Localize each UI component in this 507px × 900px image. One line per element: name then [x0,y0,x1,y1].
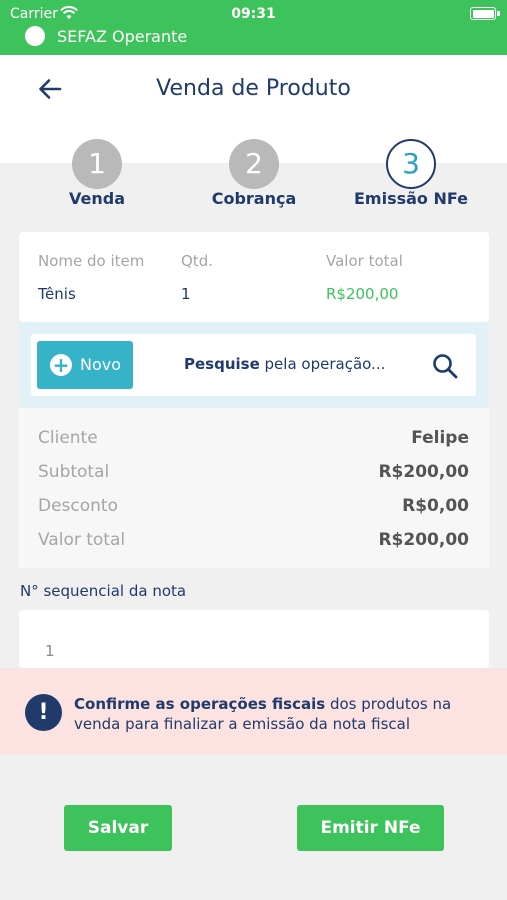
save-button[interactable]: Salvar [64,805,172,851]
status-bar: Carrier 09:31 SEFAZ Operante [0,0,507,55]
emit-nfe-button[interactable]: Emitir NFe [297,805,444,851]
step-2-label: Cobrança [211,189,297,208]
item-total: R$200,00 [326,285,399,303]
summary-label-total: Valor total [38,530,126,550]
summary-label-discount: Desconto [38,496,118,516]
exclamation-icon: ! [25,694,62,731]
new-operation-button[interactable]: + Novo [37,341,133,389]
new-button-label: Novo [80,355,122,374]
step-3-label: Emissão NFe [353,189,468,208]
sequence-number-input[interactable] [19,610,489,668]
alert-bold-text: Confirme as operações fiscais [74,695,326,713]
column-header-item-name: Nome do item [38,252,145,270]
summary-value-subtotal: R$200,00 [378,462,469,482]
summary-value-total: R$200,00 [378,530,469,550]
page-title: Venda de Produto [156,76,351,101]
step-1-circle[interactable]: 1 [72,139,122,189]
summary-label-client: Cliente [38,428,98,448]
clock: 09:31 [231,6,276,22]
summary-value-discount: R$0,00 [402,496,469,516]
column-header-quantity: Qtd. [181,252,213,270]
sequence-number-label: N° sequencial da nota [20,582,187,600]
search-placeholder-rest: pela operação... [259,355,386,373]
sale-summary: Cliente Felipe Subtotal R$200,00 Descont… [19,408,489,568]
search-input[interactable]: Pesquise pela operação... [184,355,385,373]
operation-search-box: + Novo Pesquise pela operação... [31,334,476,396]
step-1-label: Venda [69,189,125,208]
search-icon[interactable] [431,352,459,380]
alert-message: Confirme as operações fiscais dos produt… [74,694,499,734]
operation-search-strip: + Novo Pesquise pela operação... [19,322,489,408]
search-placeholder-bold: Pesquise [184,355,260,373]
step-2-circle[interactable]: 2 [229,139,279,189]
items-table: Nome do item Qtd. Valor total Tênis 1 R$… [19,232,489,322]
summary-value-client: Felipe [411,428,469,448]
battery-tip [497,11,500,16]
item-quantity: 1 [181,285,191,303]
sefaz-status-text: SEFAZ Operante [57,27,188,46]
fiscal-alert-banner: ! Confirme as operações fiscais dos prod… [0,668,507,754]
column-header-total: Valor total [326,252,403,270]
sefaz-status-dot [25,26,45,46]
battery-icon [470,7,496,20]
plus-icon: + [50,354,72,376]
step-3-circle[interactable]: 3 [386,139,436,189]
item-name[interactable]: Tênis [38,285,76,303]
summary-label-subtotal: Subtotal [38,462,110,482]
